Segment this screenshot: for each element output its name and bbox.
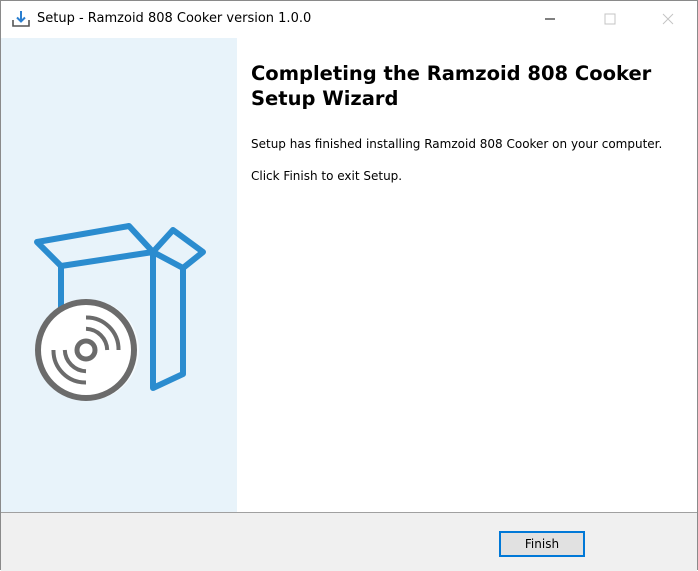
box-with-disc-icon (31, 220, 211, 406)
wizard-sidebar (1, 38, 237, 512)
wizard-footer: Finish (1, 512, 697, 571)
close-icon (662, 10, 674, 29)
setup-window: Setup - Ramzoid 808 Cooker version 1.0.0 (0, 0, 698, 571)
finish-button[interactable]: Finish (499, 531, 585, 557)
page-title: Completing the Ramzoid 808 Cooker Setup … (251, 62, 652, 110)
close-button[interactable] (645, 1, 691, 38)
wizard-content: Completing the Ramzoid 808 Cooker Setup … (251, 61, 681, 183)
maximize-icon (604, 10, 616, 29)
title-bar[interactable]: Setup - Ramzoid 808 Cooker version 1.0.0 (1, 1, 697, 38)
completion-message: Setup has finished installing Ramzoid 80… (251, 137, 663, 151)
setup-download-icon (11, 9, 31, 29)
minimize-button[interactable] (527, 1, 573, 38)
exit-instruction: Click Finish to exit Setup. (251, 169, 403, 183)
window-title: Setup - Ramzoid 808 Cooker version 1.0.0 (37, 11, 312, 26)
maximize-button[interactable] (587, 1, 633, 38)
minimize-icon (544, 10, 556, 29)
